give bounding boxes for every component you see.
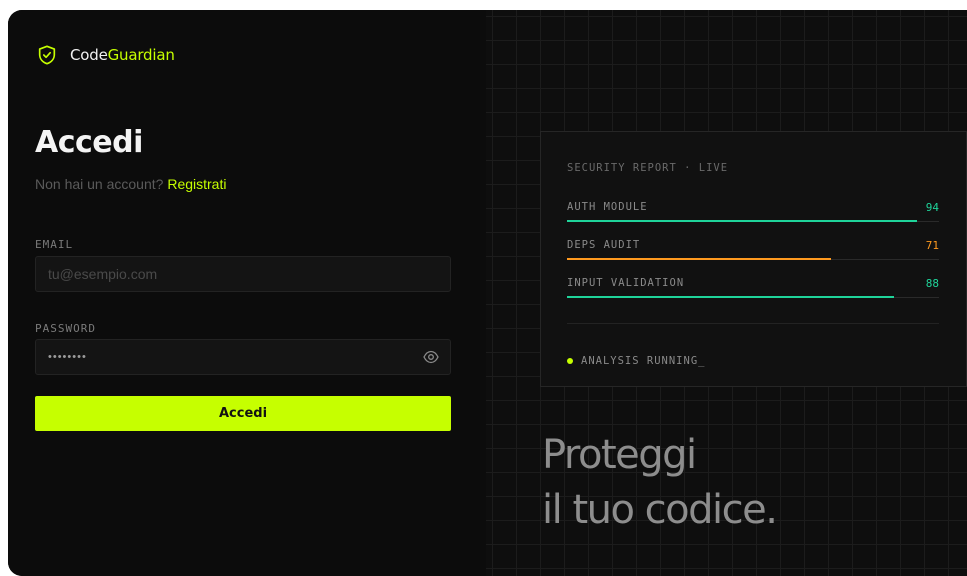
report-title: SECURITY REPORT · LIVE [567, 162, 729, 174]
metric-value: 88 [925, 277, 939, 290]
metric-fill [567, 220, 917, 222]
brand-name-accent: Guardian [107, 46, 175, 64]
password-field[interactable] [35, 339, 451, 375]
metric-label: DEPS AUDIT [567, 239, 641, 251]
metric-value: 71 [925, 239, 939, 252]
status-dot-icon [567, 358, 573, 364]
eye-icon[interactable] [423, 350, 439, 364]
metric-fill [567, 296, 895, 298]
shield-check-icon [38, 45, 56, 65]
page-title: Accedi [35, 125, 143, 160]
metric-track [567, 258, 939, 260]
tagline-line-1: Proteggi [542, 432, 697, 478]
email-field[interactable] [35, 256, 451, 292]
metric-track [567, 220, 939, 222]
brand-name: CodeGuardian [70, 46, 175, 64]
showcase-panel: SECURITY REPORT · LIVE AUTH MODULE 94 DE… [486, 10, 967, 576]
tagline-line-2: il tuo codice. [542, 487, 778, 533]
signup-prompt-text: Non hai un account? [35, 176, 164, 192]
metric-label: AUTH MODULE [567, 201, 648, 213]
login-button[interactable]: Accedi [35, 396, 451, 431]
password-wrapper [35, 339, 451, 375]
app-window: CodeGuardian Accedi Non hai un account? … [8, 10, 967, 576]
register-link[interactable]: Registrati [167, 176, 226, 192]
hero-tagline: Proteggi il tuo codice. [542, 428, 778, 538]
metric-track [567, 296, 939, 298]
security-report-card: SECURITY REPORT · LIVE AUTH MODULE 94 DE… [540, 131, 967, 387]
login-panel: CodeGuardian Accedi Non hai un account? … [8, 10, 486, 576]
report-divider [567, 323, 939, 324]
metric-fill [567, 258, 832, 260]
signup-prompt: Non hai un account? Registrati [35, 176, 226, 192]
brand[interactable]: CodeGuardian [36, 44, 175, 66]
analysis-status: ANALYSIS RUNNING_ [567, 355, 705, 367]
status-text: ANALYSIS RUNNING_ [581, 355, 706, 367]
password-label: PASSWORD [35, 322, 96, 335]
metric-value: 94 [925, 201, 939, 214]
metric-label: INPUT VALIDATION [567, 277, 685, 289]
brand-name-prefix: Code [70, 46, 108, 64]
email-label: EMAIL [35, 238, 74, 251]
